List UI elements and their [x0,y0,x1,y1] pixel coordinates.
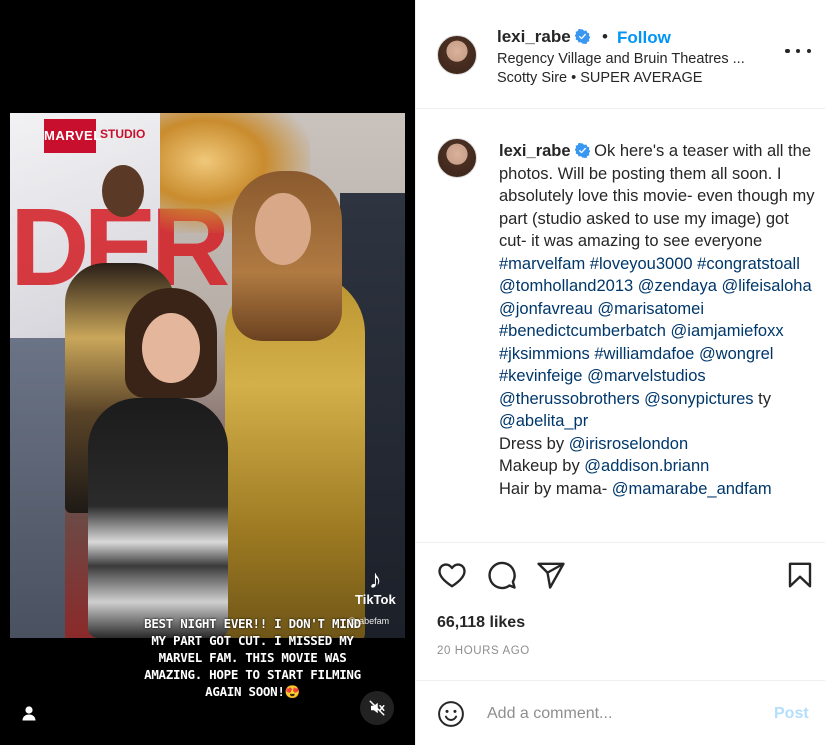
tiktok-logo-icon: ♪ [368,564,382,594]
hashtag-link[interactable]: #marvelfam [499,255,585,273]
caption-segment: Dress by [499,434,569,453]
more-options-icon[interactable] [785,44,811,58]
emoji-icon[interactable] [437,700,465,728]
audio-separator: • [571,70,577,86]
bookmark-icon[interactable] [785,560,815,590]
post-comment-button[interactable]: Post [774,705,809,723]
avatar[interactable] [437,138,477,178]
post-timestamp[interactable]: 20 HOURS AGO [437,645,530,657]
mention-link[interactable]: @marvelstudios [587,367,706,385]
tiktok-watermark: ♪ TikTok [355,566,396,607]
caption-segment: ty [753,389,771,408]
hashtag-link[interactable]: #benedictcumberbatch [499,322,666,340]
mention-link[interactable]: @sonypictures [644,390,753,408]
mention-link[interactable]: @addison.briann [584,457,709,475]
post-actions: 66,118 likes 20 HOURS AGO [416,542,825,680]
heart-icon[interactable] [437,560,467,590]
username-text[interactable]: lexi_rabe [497,27,571,46]
location-link[interactable]: Regency Village and Bruin Theatres ... [497,51,745,67]
woman-face [255,193,311,265]
post-header: lexi_rabe • Follow Regency Village and B… [416,0,825,109]
mention-link[interactable]: @jonfavreau [499,300,593,318]
mention-link[interactable]: @abelita_pr [499,412,588,430]
audio-artist[interactable]: Scotty Sire [497,70,567,86]
tiktok-name: TikTok [355,592,396,607]
mention-link[interactable]: @zendaya [638,277,717,295]
likes-count[interactable]: 66,118 likes [437,614,525,632]
verified-badge-icon [574,29,590,44]
caption-segment: Makeup by [499,457,585,475]
author-username[interactable]: lexi_rabe [497,27,590,47]
mention-link[interactable]: @therussobrothers [499,390,640,408]
comment-input[interactable] [487,702,737,726]
video-caption-overlay: BEST NIGHT EVER!! I DON'T MIND MY PART G… [144,616,361,699]
avatar[interactable] [437,35,477,75]
header-separator: • [602,27,608,46]
post-side-panel: lexi_rabe • Follow Regency Village and B… [415,0,825,745]
marvel-logo: MARVEL [44,119,101,153]
man-head [102,165,144,217]
mention-link[interactable]: @irisroselondon [569,435,688,453]
muted-speaker-icon [369,700,385,716]
caption-username-text[interactable]: lexi_rabe [499,142,571,160]
follow-button[interactable]: Follow [617,28,671,48]
mention-link[interactable]: @tomholland2013 [499,277,633,295]
mute-button[interactable] [360,691,394,725]
hashtag-link[interactable]: #williamdafoe [594,345,694,363]
comment-icon[interactable] [487,560,517,590]
caption-segment: Hair by mama- [499,479,612,498]
hashtag-link[interactable]: #congratstoall [697,255,800,273]
girl-face [142,313,200,383]
hashtag-link[interactable]: #jksimmions [499,345,590,363]
mention-link[interactable]: @mamarabe_andfam [612,480,772,498]
caption-body: Ok here's a teaser with all the photos. … [499,142,815,498]
background-person-left [10,338,65,638]
share-icon[interactable] [536,560,566,590]
caption-text: lexi_rabe Ok here's a teaser with all th… [499,140,817,500]
add-comment-bar: Post [416,680,825,745]
girl-figure [88,398,228,638]
hashtag-link[interactable]: #kevinfeige [499,367,582,385]
studios-text: STUDIO [100,127,146,141]
mention-link[interactable]: @lifeisaloha [722,277,812,295]
audio-info[interactable]: Scotty Sire • SUPER AVERAGE [497,70,702,86]
post-photo: MARVEL STUDIO DER [10,113,405,638]
user-tag-icon[interactable] [18,702,40,724]
verified-badge-icon [574,143,590,158]
mention-link[interactable]: @wongrel [699,345,774,363]
post-media[interactable]: MARVEL STUDIO DER ♪ TikTok @rabefam BEST… [0,0,415,745]
mention-link[interactable]: @iamjamiefoxx [671,322,784,340]
caption-comment: lexi_rabe Ok here's a teaser with all th… [416,110,825,542]
hashtag-link[interactable]: #loveyou3000 [590,255,693,273]
audio-title[interactable]: SUPER AVERAGE [580,70,702,86]
mention-link[interactable]: @marisatomei [597,300,704,318]
caption-username[interactable]: lexi_rabe [499,142,590,160]
